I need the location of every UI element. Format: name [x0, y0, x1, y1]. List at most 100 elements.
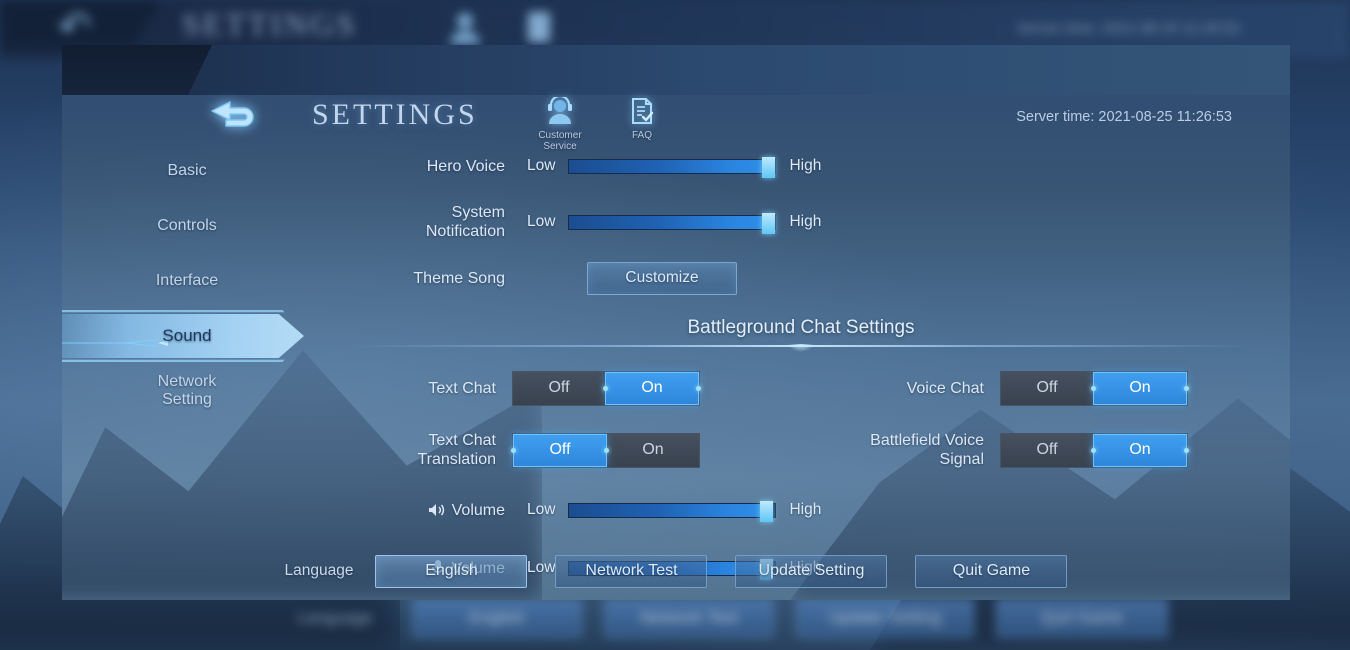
toggle-cell-text-chat-translation: Text Chat Translation Off On: [312, 431, 700, 469]
panel-header: [62, 45, 1290, 95]
sidebar-item-interface[interactable]: Interface: [62, 253, 312, 308]
section-divider-glow: [788, 344, 814, 352]
text-chat-toggle[interactable]: Off On: [512, 370, 701, 406]
row-speaker-volume: Volume Low High: [312, 481, 1290, 539]
toggle-segment-on[interactable]: On: [603, 371, 701, 405]
toggle-segment-on[interactable]: On: [607, 434, 699, 467]
text-chat-translation-label: Text Chat Translation: [312, 431, 512, 469]
toggle-cell-battlefield-voice-signal: Battlefield Voice Signal Off On: [800, 431, 1189, 469]
label-line2: Notification: [425, 223, 505, 240]
bottom-action-bar: Language English Network Test Update Set…: [62, 542, 1290, 600]
row-hero-voice: Hero Voice Low High: [312, 141, 1290, 191]
chat-toggle-grid: Text Chat Off On Voice Chat Off On Text …: [312, 357, 1290, 481]
battleground-chat-section-header: Battleground Chat Settings: [312, 317, 1290, 352]
slider-high-label: High: [789, 213, 822, 230]
sidebar-item-label: Basic: [167, 161, 207, 179]
label-line1: Battlefield Voice: [870, 432, 984, 449]
text-chat-label: Text Chat: [428, 379, 496, 397]
toggle-segment-off[interactable]: Off: [1001, 434, 1093, 467]
row-system-notification: System Notification Low High: [312, 191, 1290, 253]
speaker-volume-label: Volume: [312, 501, 527, 520]
system-notification-slider-group: Low High: [527, 212, 822, 234]
back-tab-shape: [62, 45, 212, 95]
hero-voice-slider-group: Low High: [527, 156, 822, 178]
label-line1: System: [451, 204, 505, 221]
slider-low-label: Low: [527, 213, 556, 230]
back-arrow-icon: [211, 101, 254, 127]
faq-icon: [628, 97, 656, 130]
sidebar-item-controls[interactable]: Controls: [62, 198, 312, 253]
battlefield-voice-signal-toggle[interactable]: Off On: [1000, 432, 1189, 468]
ghost-server-time: Server time: 2021-08-25 11:26:53: [1016, 20, 1240, 37]
game-screen: ↶ SETTINGS Server time: 2021-08-25 11:26…: [0, 0, 1350, 650]
faq-button[interactable]: FAQ: [614, 97, 670, 141]
ghost-back-arrow-icon: ↶: [58, 5, 92, 49]
customize-button[interactable]: Customize: [587, 261, 737, 295]
toggle-segment-off[interactable]: Off: [513, 372, 605, 405]
toggle-row-1: Text Chat Off On Voice Chat Off On: [312, 357, 1290, 419]
sidebar-item-label-line1: Network: [157, 372, 217, 390]
theme-song-label: Theme Song: [413, 269, 505, 287]
sidebar-item-network-setting[interactable]: Network Setting: [62, 363, 312, 418]
voice-chat-toggle[interactable]: Off On: [1000, 370, 1189, 406]
battlefield-voice-signal-label: Battlefield Voice Signal: [800, 431, 1000, 469]
row-theme-song: Theme Song Customize: [312, 253, 1290, 303]
server-time: Server time: 2021-08-25 11:26:53: [1016, 109, 1232, 125]
system-notification-slider[interactable]: [568, 212, 777, 234]
slider-low-label: Low: [527, 501, 556, 518]
hero-voice-slider[interactable]: [568, 156, 777, 178]
toggle-segment-off[interactable]: Off: [1001, 372, 1093, 405]
slider-handle[interactable]: [762, 212, 776, 234]
settings-content: Hero Voice Low High System Notification: [312, 141, 1290, 597]
sidebar-item-label: Interface: [155, 271, 219, 289]
toggle-segment-on[interactable]: On: [1091, 433, 1189, 467]
toggle-cell-text-chat: Text Chat Off On: [312, 370, 701, 406]
sidebar-item-label-line2: Setting: [162, 390, 212, 408]
ghost-title: SETTINGS: [182, 6, 358, 42]
system-notification-label: System Notification: [312, 203, 527, 241]
slider-handle[interactable]: [762, 156, 776, 178]
language-label: Language: [284, 562, 354, 579]
label-line1: Text Chat: [428, 432, 496, 449]
ghost-button: English: [412, 598, 582, 638]
ghost-button: Network Test: [604, 598, 774, 638]
header-icon-group: Customer Service FAQ: [532, 94, 670, 152]
label-text: Volume: [451, 501, 505, 519]
text-chat-translation-toggle[interactable]: Off On: [511, 432, 700, 468]
customer-service-icon: [545, 94, 575, 130]
page-title: SETTINGS: [312, 98, 478, 131]
slider-handle[interactable]: [760, 500, 774, 522]
sidebar-item-basic[interactable]: Basic: [62, 143, 312, 198]
sidebar-item-label: Sound: [162, 325, 212, 345]
customer-service-button[interactable]: Customer Service: [532, 94, 588, 152]
ghost-faq-icon: [520, 8, 564, 48]
slider-low-label: Low: [527, 157, 556, 174]
slider-fill: [569, 215, 770, 229]
slider-high-label: High: [789, 157, 822, 174]
toggle-segment-off[interactable]: Off: [511, 433, 609, 467]
ghost-back-tab: [0, 0, 160, 46]
update-setting-button[interactable]: Update Setting: [735, 554, 888, 588]
sidebar-item-sound[interactable]: Sound: [62, 308, 312, 363]
sidebar-item-label: Controls: [157, 216, 217, 234]
network-test-button[interactable]: Network Test: [555, 554, 708, 588]
back-button[interactable]: [192, 92, 278, 138]
label-line2: Translation: [417, 451, 496, 468]
language-button[interactable]: English: [375, 554, 528, 588]
slider-fill: [569, 159, 770, 173]
slider-fill: [569, 503, 768, 517]
faq-label: FAQ: [631, 130, 652, 141]
toggle-row-2: Text Chat Translation Off On Battlefield…: [312, 419, 1290, 481]
speaker-volume-slider-group: Low High: [527, 500, 822, 522]
speaker-volume-slider[interactable]: [568, 500, 777, 522]
section-title: Battleground Chat Settings: [687, 317, 915, 338]
settings-panel: SETTINGS Customer Service FAQ Server tim…: [62, 45, 1290, 600]
sidebar-item-label: Network Setting: [158, 373, 217, 409]
settings-sidebar: Basic Controls Interface Sound Network S…: [62, 143, 312, 418]
voice-chat-label: Voice Chat: [906, 379, 984, 397]
customer-service-label-line1: Customer: [538, 130, 582, 141]
toggle-cell-voice-chat: Voice Chat Off On: [800, 370, 1189, 406]
slider-high-label: High: [789, 501, 822, 518]
quit-game-button[interactable]: Quit Game: [915, 554, 1068, 588]
toggle-segment-on[interactable]: On: [1091, 371, 1189, 405]
